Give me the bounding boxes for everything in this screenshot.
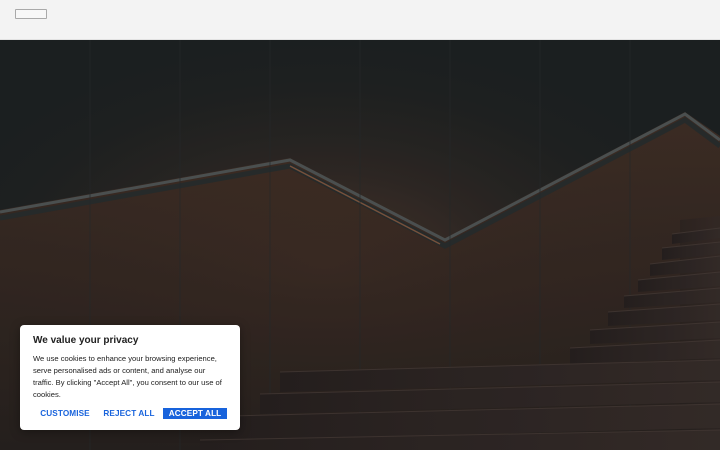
cookie-consent-banner: We value your privacy We use cookies to … xyxy=(20,325,240,430)
accept-all-button[interactable]: ACCEPT ALL xyxy=(163,408,227,419)
cookie-banner-title: We value your privacy xyxy=(33,335,139,346)
customise-button[interactable]: CUSTOMISE xyxy=(37,408,93,419)
site-header xyxy=(0,0,720,40)
cookie-banner-description: We use cookies to enhance your browsing … xyxy=(33,354,222,399)
reject-all-button[interactable]: REJECT ALL xyxy=(103,408,155,419)
site-logo-broken-image-icon[interactable] xyxy=(15,9,47,19)
cookie-banner-actions: CUSTOMISE REJECT ALL ACCEPT ALL xyxy=(33,408,227,419)
